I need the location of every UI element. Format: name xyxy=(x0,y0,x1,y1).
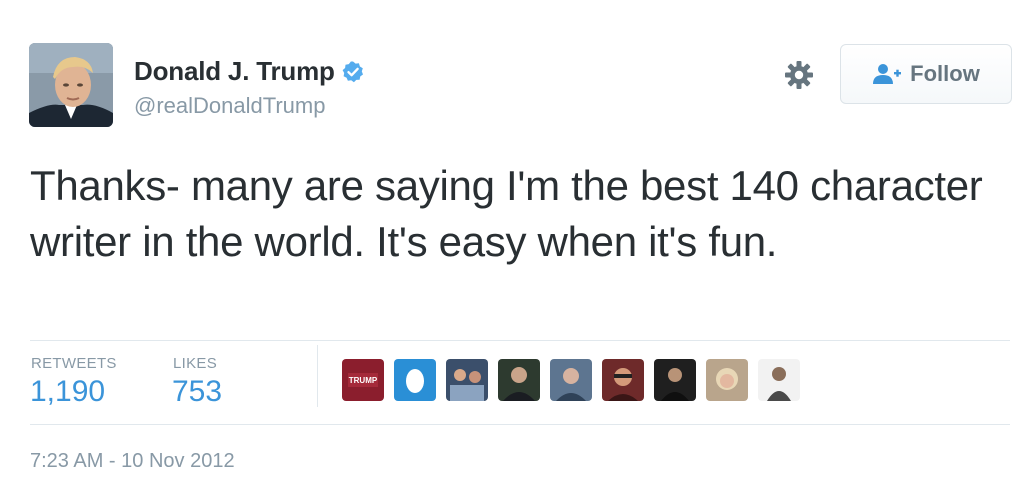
liker-avatar-1[interactable]: TRUMP xyxy=(342,359,384,401)
stats-bottom-divider xyxy=(30,424,1010,425)
follow-button[interactable]: Follow xyxy=(840,44,1012,104)
stats-separator xyxy=(317,345,318,407)
liker-avatar-8[interactable] xyxy=(706,359,748,401)
liker-avatar-1-text: TRUMP xyxy=(349,376,378,385)
liker-avatar-7[interactable] xyxy=(654,359,696,401)
liker-avatar-9[interactable] xyxy=(758,359,800,401)
retweets-count[interactable]: 1,190 xyxy=(30,375,105,409)
likes-count[interactable]: 753 xyxy=(172,375,222,409)
gear-icon[interactable] xyxy=(783,59,815,91)
liker-avatar-4[interactable] xyxy=(498,359,540,401)
stats-top-divider xyxy=(30,340,1010,341)
author-avatar[interactable] xyxy=(29,43,113,127)
author-display-name[interactable]: Donald J. Trump xyxy=(134,56,335,87)
verified-badge-icon xyxy=(342,61,363,82)
tweet-text: Thanks- many are saying I'm the best 140… xyxy=(30,162,983,265)
tweet-timestamp[interactable]: 7:23 AM - 10 Nov 2012 xyxy=(30,450,235,473)
liker-avatar-6[interactable] xyxy=(602,359,644,401)
follow-button-label: Follow xyxy=(910,61,980,86)
likes-label: LIKES xyxy=(173,355,218,372)
author-name-line[interactable]: Donald J. Trump xyxy=(134,56,365,87)
liker-avatar-2[interactable] xyxy=(394,359,436,401)
person-plus-icon xyxy=(873,64,902,84)
author-handle[interactable]: @realDonaldTrump xyxy=(134,93,325,119)
tweet-card: Donald J. Trump @realDonaldTrump Follow xyxy=(0,0,1020,503)
liker-avatar-3[interactable] xyxy=(446,359,488,401)
profile-photo-icon xyxy=(29,43,113,127)
liker-avatar-5[interactable] xyxy=(550,359,592,401)
retweets-label: RETWEETS xyxy=(31,355,117,372)
likers-avatar-row: TRUMP xyxy=(342,359,800,401)
